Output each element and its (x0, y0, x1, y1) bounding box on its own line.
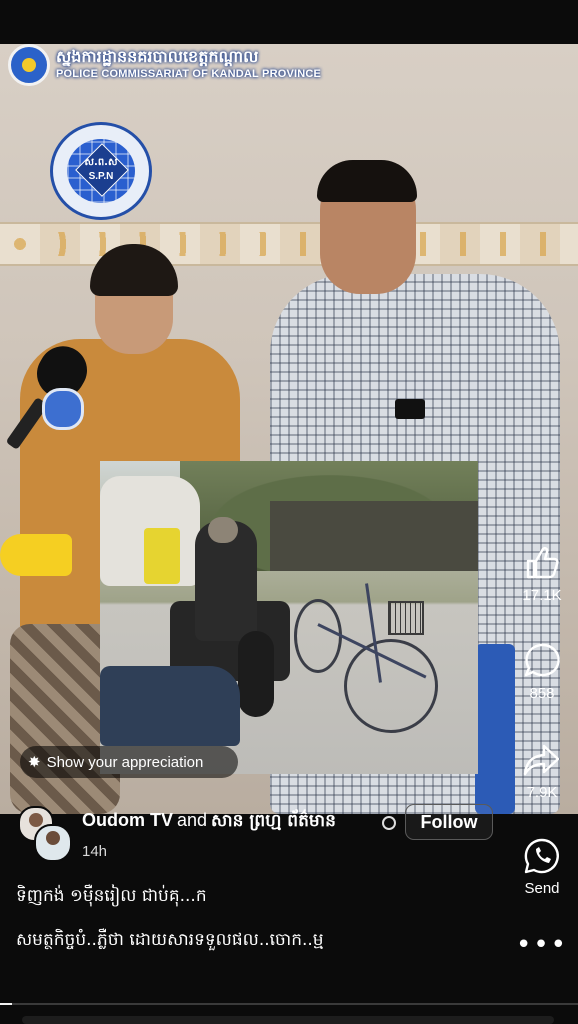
post-time: 14h (82, 843, 108, 860)
whatsapp-icon (524, 838, 559, 874)
avatar-san-prohm[interactable] (34, 824, 72, 862)
bottom-handle-area (0, 1008, 578, 1024)
more-options-button[interactable]: ••• (510, 930, 574, 960)
caption-line-2[interactable]: សមត្ថកិច្ចបំ..ភ្លឺថា ដោយសារទទួលផល..ចោក..… (16, 929, 324, 954)
share-button[interactable]: 7.9K (510, 740, 574, 801)
police-logo-overlay: ស្នងការដ្ឋាននគរបាលខេត្តកណ្ដាល POLICE COM… (8, 44, 321, 88)
blue-stool (475, 644, 515, 814)
logo-english-text: POLICE COMMISSARIAT OF KANDAL PROVINCE (56, 68, 322, 80)
microphone-icon (5, 337, 96, 451)
author-avatars[interactable] (18, 806, 72, 862)
thumbs-up-icon (526, 547, 559, 579)
video-progress-fill (0, 1003, 12, 1005)
watermark-latin-text: S.P.N (88, 171, 114, 182)
watermark-khmer-text: ស.ព.ស (84, 157, 118, 168)
spn-watermark-logo: ស.ព.ស S.P.N (50, 122, 152, 220)
author-line: Oudom TV and សាន ព្រហ្ម ព័ត៌មាន (82, 810, 336, 835)
video-progress-bar[interactable] (0, 1003, 578, 1005)
police-seal-icon (8, 44, 50, 86)
comment-count: 858 (529, 685, 555, 702)
share-count: 7.9K (526, 784, 558, 801)
more-icon: ••• (515, 930, 568, 960)
author-secondary-link[interactable]: សាន ព្រហ្ម ព័ត៌មាន (211, 811, 336, 831)
show-appreciation-button[interactable]: ✸ Show your appreciation (20, 746, 238, 778)
globe-icon (382, 816, 396, 830)
like-button[interactable]: 17.1K (510, 543, 574, 604)
bottom-handle (22, 1016, 554, 1024)
comment-bubble-icon (524, 643, 560, 677)
follow-button[interactable]: Follow (405, 804, 493, 840)
appreciation-label: Show your appreciation (46, 753, 204, 771)
send-label: Send (524, 880, 560, 897)
comment-button[interactable]: 858 (510, 641, 574, 702)
logo-khmer-text: ស្នងការដ្ឋាននគរបាលខេត្តកណ្ដាល (56, 47, 259, 66)
author-primary-link[interactable]: Oudom TV (82, 810, 173, 830)
caption-line-1[interactable]: ទិញកង់ ១ម៉ឺនរៀល ជាប់គុ...ក (16, 885, 207, 910)
sparkle-star-icon: ✸ (28, 753, 41, 771)
like-count: 17.1K (522, 587, 562, 604)
send-button[interactable]: Send (510, 836, 574, 897)
share-arrow-icon (523, 744, 560, 776)
yellow-bag (0, 534, 72, 576)
inset-bicycle-photo (100, 461, 478, 774)
author-joiner: and (177, 810, 208, 830)
lapel-mic-icon (395, 399, 425, 419)
